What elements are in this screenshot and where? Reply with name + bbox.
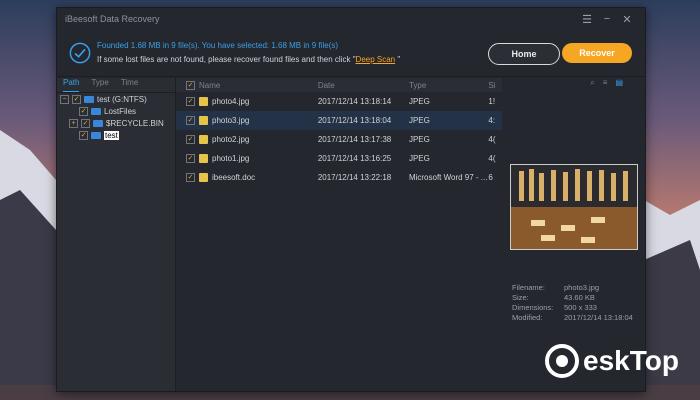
row-checkbox[interactable]: ✓ — [186, 173, 195, 182]
tree-item-recycle-bin[interactable]: + ✓ $RECYCLE.BIN — [57, 117, 175, 129]
preview-image — [510, 164, 638, 250]
status-banner: Founded 1.68 MB in 9 file(s). You have s… — [57, 30, 645, 77]
deep-scan-link[interactable]: Deep Scan — [356, 55, 396, 64]
info-dimensions: 500 x 333 — [564, 303, 597, 312]
tree-checkbox[interactable]: ✓ — [72, 94, 81, 104]
file-name: photo3.jpg — [212, 116, 250, 125]
drive-icon — [84, 95, 94, 103]
tab-time[interactable]: Time — [121, 78, 138, 92]
row-checkbox[interactable]: ✓ — [186, 154, 195, 163]
tree-item-label: $RECYCLE.BIN — [106, 118, 164, 128]
watermark-text: eskTop — [583, 345, 679, 376]
table-row[interactable]: ✓ photo1.jpg 2017/12/14 13:16:25 JPEG 4( — [176, 149, 502, 168]
document-file-icon — [199, 173, 208, 182]
file-date: 2017/12/14 13:17:38 — [317, 135, 392, 144]
app-window: iBeesoft Data Recovery ☰ − ✕ Founded 1.6… — [56, 7, 646, 392]
expand-icon[interactable]: − — [60, 94, 69, 104]
folder-tree: − ✓ test (G:NTFS) ✓ LostFiles + ✓ $RECYC… — [57, 93, 175, 141]
tab-path[interactable]: Path — [63, 78, 80, 92]
file-type: JPEG — [408, 154, 430, 163]
tree-item-lostfiles[interactable]: ✓ LostFiles — [57, 105, 175, 117]
hint-text: If some lost files are not found, please… — [97, 55, 401, 64]
watermark-logo: eskTop — [545, 340, 685, 382]
list-view-icon[interactable]: ≡ — [603, 78, 608, 92]
table-header: ✓ Name Date Type Si — [176, 78, 502, 92]
menu-icon[interactable]: ☰ — [577, 13, 597, 26]
table-row[interactable]: ✓ photo2.jpg 2017/12/14 13:17:38 JPEG 4( — [176, 130, 502, 149]
table-row[interactable]: ✓ ibeesoft.doc 2017/12/14 13:22:18 Micros… — [176, 168, 502, 187]
image-file-icon — [199, 135, 208, 144]
file-date: 2017/12/14 13:18:04 — [317, 116, 392, 125]
title-bar: iBeesoft Data Recovery ☰ − ✕ — [57, 8, 645, 30]
image-file-icon — [199, 154, 208, 163]
file-size: 4( — [488, 135, 496, 144]
info-filename: photo3.jpg — [564, 283, 600, 292]
header-size[interactable]: Si — [488, 81, 502, 90]
file-size: 4: — [488, 116, 496, 125]
close-icon[interactable]: ✕ — [617, 13, 637, 26]
home-button[interactable]: Home — [488, 43, 560, 65]
tree-root-label: test (G:NTFS) — [97, 94, 147, 104]
file-type: JPEG — [408, 97, 430, 106]
view-mode-toolbar: ⌕ ≡ ▤ — [503, 78, 645, 92]
tree-item-label: LostFiles — [104, 106, 137, 116]
detail-view-icon[interactable]: ▤ — [615, 78, 623, 92]
file-name: ibeesoft.doc — [212, 173, 256, 182]
image-file-icon — [199, 116, 208, 125]
table-row[interactable]: ✓ photo4.jpg 2017/12/14 13:18:14 JPEG 1! — [176, 92, 502, 111]
row-checkbox[interactable]: ✓ — [186, 97, 195, 106]
file-size: 1! — [488, 97, 496, 106]
file-date: 2017/12/14 13:22:18 — [317, 173, 392, 182]
info-modified: 2017/12/14 13:18:04 — [564, 313, 633, 322]
select-all-checkbox[interactable]: ✓ — [186, 80, 195, 90]
header-name[interactable]: Name — [199, 81, 220, 90]
file-size: 6 — [488, 173, 493, 182]
file-date: 2017/12/14 13:16:25 — [317, 154, 392, 163]
table-row-selected[interactable]: ✓ photo3.jpg 2017/12/14 13:18:04 JPEG 4: — [176, 111, 502, 130]
file-type: JPEG — [408, 116, 430, 125]
tree-item-label: test — [104, 130, 119, 140]
file-date: 2017/12/14 13:18:14 — [317, 97, 392, 106]
row-checkbox[interactable]: ✓ — [186, 116, 195, 125]
left-panel: Path Type Time − ✓ test (G:NTFS) ✓ LostF… — [57, 78, 176, 391]
found-text: Founded 1.68 MB in 9 file(s). You have s… — [97, 41, 339, 50]
file-size: 4( — [488, 154, 496, 163]
tree-checkbox[interactable]: ✓ — [79, 106, 88, 116]
file-name: photo2.jpg — [212, 135, 250, 144]
file-type: Microsoft Word 97 - ... — [408, 173, 488, 182]
file-list: ✓ Name Date Type Si ✓ photo4.jpg 2017/12/1… — [176, 78, 502, 391]
watermark-d-icon — [545, 344, 579, 378]
window-title: iBeesoft Data Recovery — [65, 14, 160, 24]
view-tabs: Path Type Time — [57, 78, 175, 93]
folder-icon — [91, 107, 101, 115]
header-type[interactable]: Type — [409, 81, 488, 90]
check-circle-icon — [69, 42, 91, 64]
image-file-icon — [199, 97, 208, 106]
folder-icon — [93, 119, 103, 127]
tree-item-test[interactable]: ✓ test — [57, 129, 175, 141]
minimize-icon[interactable]: − — [597, 13, 617, 25]
tree-checkbox[interactable]: ✓ — [81, 118, 90, 128]
expand-icon[interactable]: + — [69, 118, 78, 128]
folder-icon — [91, 131, 101, 139]
file-type: JPEG — [408, 135, 430, 144]
recover-button[interactable]: Recover — [562, 43, 632, 63]
row-checkbox[interactable]: ✓ — [186, 135, 195, 144]
tree-root[interactable]: − ✓ test (G:NTFS) — [57, 93, 175, 105]
header-date[interactable]: Date — [318, 81, 409, 90]
info-size: 43.60 KB — [564, 293, 595, 302]
file-name: photo1.jpg — [212, 154, 250, 163]
tab-type[interactable]: Type — [91, 78, 108, 92]
file-name: photo4.jpg — [212, 97, 250, 106]
tree-checkbox[interactable]: ✓ — [79, 130, 88, 140]
search-icon[interactable]: ⌕ — [590, 78, 594, 92]
file-info: Filename: photo3.jpg Size: 43.60 KB Dimens… — [512, 283, 633, 322]
